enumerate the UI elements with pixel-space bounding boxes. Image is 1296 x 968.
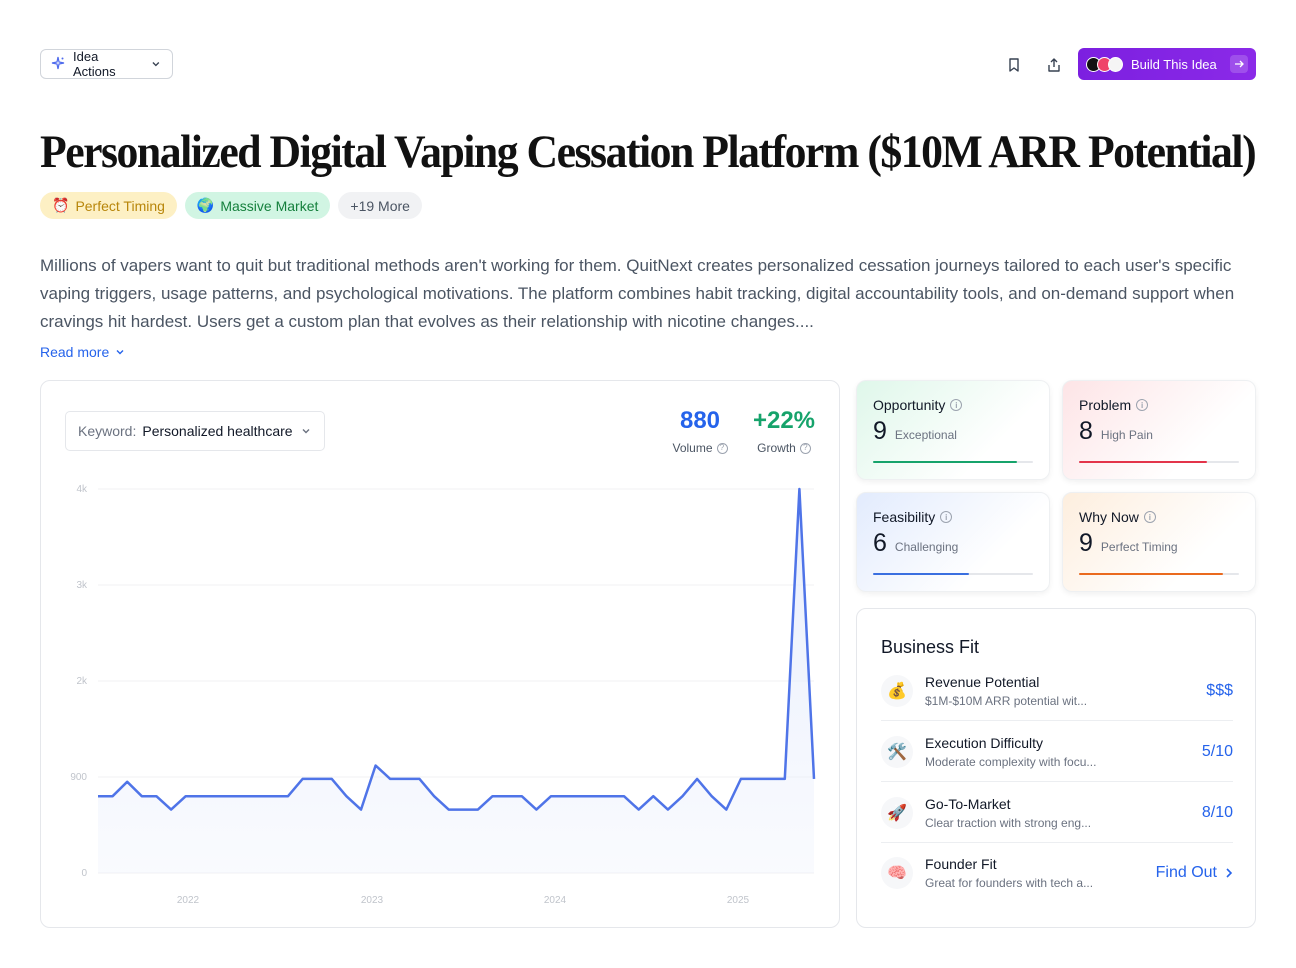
score-title: Why Now [1079, 509, 1139, 525]
score-value: 9 [1079, 529, 1093, 557]
share-icon [1048, 58, 1060, 72]
score-bar-fill [873, 573, 969, 575]
score-bar-fill [1079, 461, 1207, 463]
problem-card[interactable]: Problem i 8 High Pain [1062, 380, 1256, 480]
money-bag-icon: 💰 [881, 674, 913, 707]
build-label: Build This Idea [1131, 56, 1217, 72]
row-title: Revenue Potential [925, 673, 1040, 690]
y-tick-label: 4k [76, 484, 88, 495]
row-value: 8/10 [1201, 803, 1233, 821]
business-fit-card: Business Fit 💰 Revenue Potential $1M-$10… [856, 608, 1256, 928]
alarm-clock-icon: ⏰ [52, 197, 70, 213]
row-value: $$$ [1206, 681, 1233, 699]
row-value: 5/10 [1201, 742, 1233, 760]
score-value: 8 [1079, 417, 1093, 445]
read-more-label: Read more [40, 344, 110, 360]
bookmark-icon [1009, 58, 1019, 72]
keyword-trend-card: Keyword: Personalized healthcare 880 Vol… [40, 380, 840, 928]
info-icon[interactable]: i [940, 511, 953, 523]
chevron-down-icon [152, 62, 160, 67]
find-out-label: Find Out [1155, 864, 1217, 881]
feasibility-card[interactable]: Feasibility i 6 Challenging [856, 492, 1050, 592]
y-tick-label: 900 [70, 772, 87, 783]
business-fit-title: Business Fit [881, 637, 980, 657]
y-tick-label: 2k [76, 676, 88, 687]
score-bar-fill [1079, 573, 1223, 575]
score-bar [873, 461, 1033, 463]
page-title: Personalized Digital Vaping Cessation Pl… [40, 126, 1257, 178]
trend-chart: 0 900 2k 3k 4k 2022 2023 2024 2025 [70, 484, 816, 906]
read-more-link[interactable]: Read more [40, 344, 125, 360]
idea-actions-label: Idea Actions [73, 49, 116, 79]
y-tick-label: 0 [81, 868, 87, 879]
row-subtitle: Moderate complexity with focu... [925, 754, 1097, 769]
brain-icon: 🧠 [881, 857, 913, 889]
tag-massive-market[interactable]: 🌍 Massive Market [184, 192, 331, 219]
share-button[interactable] [1042, 53, 1066, 77]
bookmark-button[interactable] [1002, 53, 1026, 77]
x-tick-label: 2025 [727, 895, 750, 906]
x-tick-label: 2023 [361, 895, 384, 906]
tag-label: Massive Market [220, 197, 319, 214]
score-bar [1079, 573, 1239, 575]
tools-icon: 🛠️ [881, 735, 913, 768]
rocket-icon: 🚀 [881, 796, 913, 829]
info-icon[interactable]: i [950, 399, 963, 411]
score-title: Problem [1079, 397, 1132, 413]
row-title: Go-To-Market [925, 795, 1011, 812]
row-title: Execution Difficulty [925, 734, 1044, 751]
trend-line[interactable] [98, 487, 816, 811]
chevron-down-icon [116, 350, 124, 355]
tag-label: Perfect Timing [75, 197, 165, 214]
score-label: High Pain [1100, 428, 1153, 442]
y-tick-label: 3k [76, 580, 88, 591]
row-title: Founder Fit [925, 856, 997, 872]
why-now-card[interactable]: Why Now i 9 Perfect Timing [1062, 492, 1256, 592]
globe-icon: 🌍 [196, 197, 215, 213]
tool-avatars [1086, 56, 1123, 72]
revenue-potential-row[interactable]: 💰 Revenue Potential $1M-$10M ARR potenti… [881, 661, 1233, 721]
row-subtitle: Great for founders with tech a... [925, 876, 1094, 890]
opportunity-card[interactable]: Opportunity i 9 Exceptional [856, 380, 1050, 480]
row-subtitle: $1M-$10M ARR potential wit... [925, 693, 1088, 708]
go-to-market-row[interactable]: 🚀 Go-To-Market Clear traction with stron… [881, 783, 1233, 843]
idea-actions-button[interactable]: Idea Actions [40, 49, 173, 79]
execution-difficulty-row[interactable]: 🛠️ Execution Difficulty Moderate complex… [881, 722, 1233, 782]
chevron-right-icon [1226, 868, 1233, 878]
x-tick-label: 2022 [177, 895, 200, 906]
founder-fit-row[interactable]: 🧠 Founder Fit Great for founders with te… [881, 843, 1233, 903]
arrow-right-icon [1230, 55, 1248, 73]
score-value: 9 [873, 417, 887, 445]
score-bar [873, 573, 1033, 575]
find-out-button[interactable]: Find Out [1156, 864, 1233, 882]
tag-perfect-timing[interactable]: ⏰ Perfect Timing [40, 192, 177, 219]
score-label: Perfect Timing [1100, 540, 1178, 554]
score-label: Challenging [894, 540, 959, 554]
x-tick-label: 2024 [544, 895, 567, 906]
tag-list: ⏰ Perfect Timing 🌍 Massive Market +19 Mo… [40, 192, 422, 219]
build-this-idea-button[interactable]: Build This Idea [1078, 48, 1256, 80]
score-bar [1079, 461, 1239, 463]
score-title: Feasibility [873, 509, 936, 525]
info-icon[interactable]: i [1136, 399, 1149, 411]
sparkle-icon [51, 56, 65, 72]
score-bar-fill [873, 461, 1017, 463]
row-subtitle: Clear traction with strong eng... [925, 815, 1092, 830]
avatar [1108, 56, 1123, 72]
tag-label: +19 More [350, 197, 410, 214]
info-icon[interactable]: i [1143, 511, 1156, 523]
idea-description: Millions of vapers want to quit but trad… [40, 256, 1235, 331]
score-value: 6 [873, 529, 887, 557]
score-title: Opportunity [873, 397, 946, 413]
tag-more[interactable]: +19 More [338, 192, 422, 219]
score-label: Exceptional [894, 428, 957, 442]
